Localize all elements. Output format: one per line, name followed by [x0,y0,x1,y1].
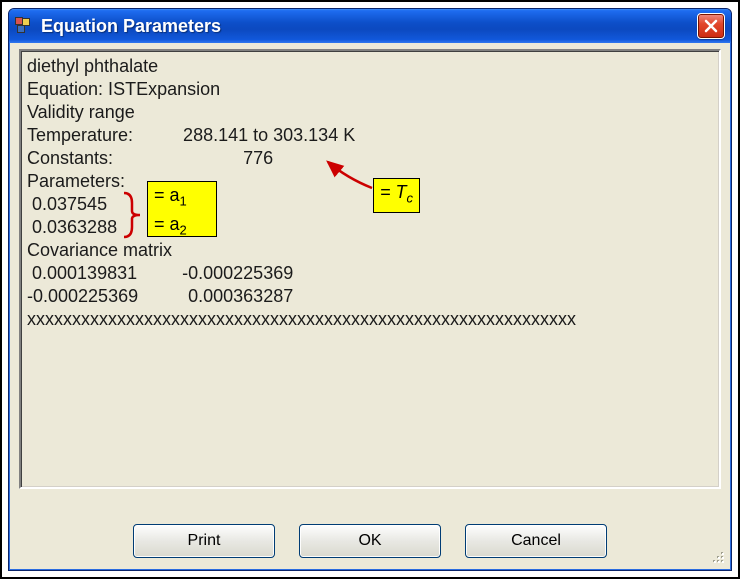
close-button[interactable] [697,13,725,39]
cancel-button[interactable]: Cancel [465,524,607,558]
annotation-a1a2-box: = a1 = a2 [147,181,217,237]
app-icon [15,17,33,35]
ok-button[interactable]: OK [299,524,441,558]
separator-line: xxxxxxxxxxxxxxxxxxxxxxxxxxxxxxxxxxxxxxxx… [27,308,713,331]
client-area: diethyl phthalate Equation: ISTExpansion… [13,43,727,566]
print-button[interactable]: Print [133,524,275,558]
resize-grip[interactable] [709,548,725,564]
annotation-a1: = a1 [154,184,210,213]
print-button-label: Print [188,532,221,550]
annotation-tc-box: = Tc [373,178,420,213]
validity-heading: Validity range [27,101,713,124]
covariance-heading: Covariance matrix [27,239,713,262]
annotation-a2: = a2 [154,213,210,242]
button-row: Print OK Cancel [13,524,727,558]
output-panel: diethyl phthalate Equation: ISTExpansion… [19,49,721,489]
ok-button-label: OK [358,532,381,550]
temperature-line: Temperature: 288.141 to 303.134 K [27,124,713,147]
resize-grip-icon [709,548,725,564]
compound-name: diethyl phthalate [27,55,713,78]
close-icon [704,19,718,33]
cancel-button-label: Cancel [511,532,561,550]
window-title: Equation Parameters [41,16,697,37]
covariance-row-1: 0.000139831 -0.000225369 [27,262,713,285]
equation-parameters-window: Equation Parameters diethyl phthalate Eq… [8,8,732,571]
covariance-row-2: -0.000225369 0.000363287 [27,285,713,308]
titlebar[interactable]: Equation Parameters [9,9,731,43]
equation-line: Equation: ISTExpansion [27,78,713,101]
bracket-annotation-icon [122,189,146,241]
